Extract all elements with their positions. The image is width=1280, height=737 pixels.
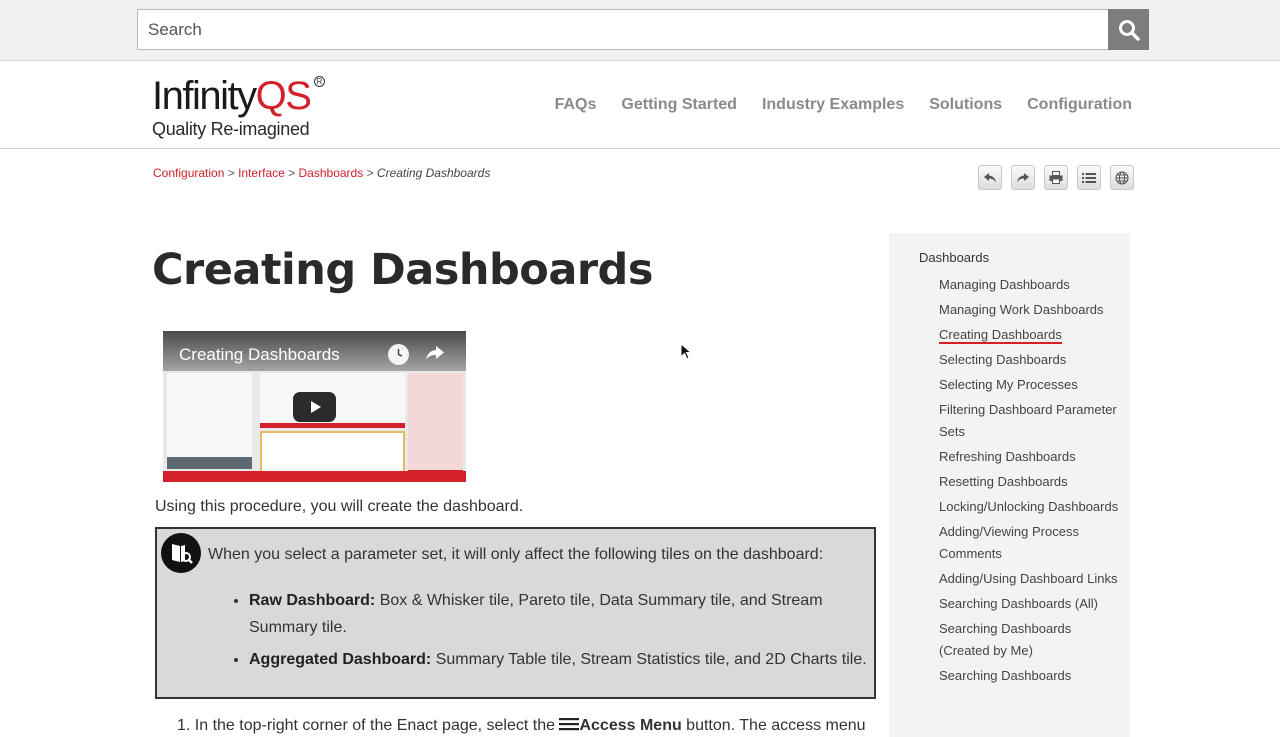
note-box: When you select a parameter set, it will… <box>155 527 876 699</box>
step-number: 1. <box>177 717 191 734</box>
breadcrumb-separator: > <box>227 166 235 180</box>
list-icon <box>1082 172 1096 183</box>
toc-item[interactable]: Selecting Dashboards <box>939 349 1124 371</box>
mouse-cursor-icon <box>680 343 692 360</box>
nav-industry-examples[interactable]: Industry Examples <box>762 96 904 114</box>
breadcrumb-separator: > <box>288 166 296 180</box>
note-item-label: Aggregated Dashboard: <box>249 651 432 668</box>
forward-button[interactable] <box>1011 165 1035 190</box>
toc-item-active[interactable]: Creating Dashboards <box>939 324 1124 346</box>
video-title[interactable]: Creating Dashboards <box>179 345 340 365</box>
play-icon <box>310 401 321 413</box>
toc-item[interactable]: Managing Dashboards <box>939 274 1124 296</box>
nav-getting-started[interactable]: Getting Started <box>621 96 737 114</box>
toc-item[interactable]: Managing Work Dashboards <box>939 299 1124 321</box>
note-icon <box>161 533 201 573</box>
registered-mark: R <box>314 76 325 87</box>
toc-item[interactable]: Adding/Using Dashboard Links <box>939 568 1124 590</box>
video-player[interactable]: Creating Dashboards <box>163 331 466 482</box>
intro-text: Using this procedure, you will create th… <box>155 498 524 515</box>
nav-solutions[interactable]: Solutions <box>929 96 1002 114</box>
print-icon <box>1049 171 1063 184</box>
toc-item[interactable]: Locking/Unlocking Dashboards <box>939 496 1124 518</box>
toc-item[interactable]: Searching Dashboards (All) <box>939 593 1124 615</box>
note-item-text: Summary Table tile, Stream Statistics ti… <box>431 651 867 668</box>
toc-item[interactable]: Filtering Dashboard Parameter Sets <box>939 399 1124 443</box>
language-button[interactable] <box>1110 165 1134 190</box>
toc-heading[interactable]: Dashboards <box>919 250 989 265</box>
nav-configuration[interactable]: Configuration <box>1027 96 1132 114</box>
step-text-bold: Access Menu <box>579 717 682 734</box>
video-thumbnail-panel <box>167 413 252 467</box>
list-button[interactable] <box>1077 165 1101 190</box>
toc-list: Managing Dashboards Managing Work Dashbo… <box>939 274 1124 690</box>
nav-faqs[interactable]: FAQs <box>555 96 597 114</box>
share-icon[interactable] <box>425 345 445 366</box>
logo-tagline: Quality Re-imagined <box>152 119 310 139</box>
page-title: Creating Dashboards <box>152 245 653 295</box>
back-button[interactable] <box>978 165 1002 190</box>
step-text-post: button. The access menu <box>681 717 866 734</box>
toc-item[interactable]: Refreshing Dashboards <box>939 446 1124 468</box>
note-item: Raw Dashboard: Box & Whisker tile, Paret… <box>249 587 869 641</box>
note-lead: When you select a parameter set, it will… <box>208 546 824 563</box>
logo[interactable]: InfinityQS R Quality Re-imagined <box>152 74 342 142</box>
globe-icon <box>1115 171 1129 184</box>
breadcrumb-interface[interactable]: Interface <box>238 166 285 180</box>
toc-item[interactable]: Resetting Dashboards <box>939 471 1124 493</box>
search-icon <box>1118 19 1140 41</box>
note-list: Raw Dashboard: Box & Whisker tile, Paret… <box>249 587 869 678</box>
print-button[interactable] <box>1044 165 1068 190</box>
step-item: 1. In the top-right corner of the Enact … <box>177 717 866 735</box>
breadcrumb-current: Creating Dashboards <box>376 166 491 180</box>
toc-sidebar: Dashboards Managing Dashboards Managing … <box>889 233 1130 737</box>
toc-item[interactable]: Searching Dashboards (Created by Me) <box>939 618 1124 662</box>
back-icon <box>984 172 996 182</box>
logo-wordmark: InfinityQS <box>152 74 312 118</box>
menu-icon <box>559 718 580 731</box>
search-input[interactable] <box>137 9 1109 50</box>
clock-icon[interactable] <box>388 344 409 365</box>
video-thumbnail-panel <box>408 373 463 478</box>
step-text-pre: In the top-right corner of the Enact pag… <box>194 717 560 734</box>
toc-item[interactable]: Adding/Viewing Process Comments <box>939 521 1124 565</box>
breadcrumb-configuration[interactable]: Configuration <box>153 166 224 180</box>
breadcrumb-dashboards[interactable]: Dashboards <box>299 166 364 180</box>
search-button[interactable] <box>1108 9 1149 50</box>
breadcrumb-separator: > <box>366 166 374 180</box>
toc-item[interactable]: Searching Dashboards <box>939 665 1124 687</box>
note-item-label: Raw Dashboard: <box>249 592 376 609</box>
main-nav: FAQs Getting Started Industry Examples S… <box>555 96 1132 114</box>
breadcrumb: Configuration > Interface > Dashboards >… <box>153 166 490 180</box>
note-item: Aggregated Dashboard: Summary Table tile… <box>249 646 869 673</box>
video-thumbnail-panel <box>260 431 405 474</box>
play-button[interactable] <box>293 392 336 422</box>
forward-icon <box>1017 172 1029 182</box>
search-strip <box>0 0 1280 61</box>
page-tools <box>978 165 1134 190</box>
site-header: InfinityQS R Quality Re-imagined FAQs Ge… <box>0 61 1280 149</box>
video-thumbnail-bar <box>163 471 466 482</box>
toc-item[interactable]: Selecting My Processes <box>939 374 1124 396</box>
